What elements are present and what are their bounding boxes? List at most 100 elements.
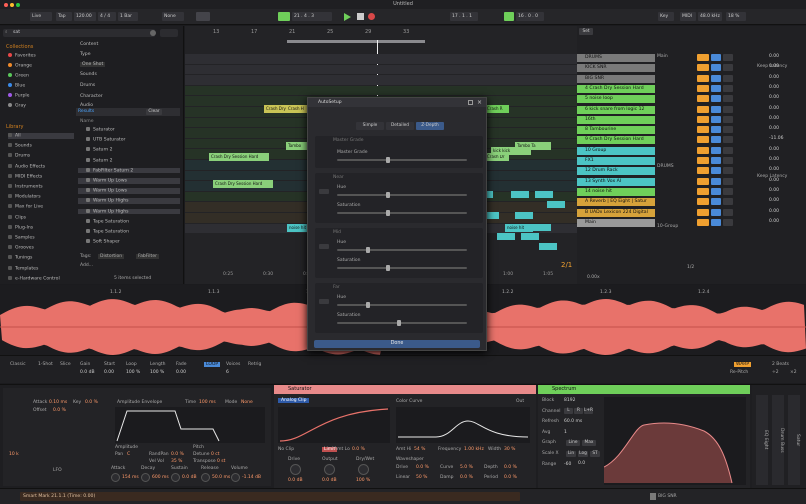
clip-prop-label[interactable]: Fade xyxy=(176,362,187,367)
arm-button[interactable] xyxy=(723,146,733,154)
library-item[interactable]: Clips xyxy=(8,214,26,220)
result-item[interactable]: UTB Saturator xyxy=(78,137,180,143)
solo-button[interactable] xyxy=(711,146,721,154)
waveshaper-value[interactable]: 0.0 % xyxy=(460,475,473,480)
pitch-checkbox[interactable]: Pitch xyxy=(193,445,204,450)
zone-toggle[interactable] xyxy=(319,299,329,304)
offset-value[interactable]: 0.0 % xyxy=(53,408,66,413)
collection-item[interactable]: Gray xyxy=(8,103,26,109)
arrangement-clip[interactable]: Crash Dry Session Hard xyxy=(213,180,273,188)
solo-button[interactable] xyxy=(711,64,721,72)
filter-value[interactable]: 10 k xyxy=(9,452,19,457)
loop-button[interactable] xyxy=(504,12,514,21)
result-item[interactable]: Saturn 2 xyxy=(78,157,180,163)
dialog-tab[interactable]: Simple xyxy=(356,122,384,130)
track-lane[interactable] xyxy=(185,75,577,85)
clip-prop-value[interactable]: 0.00 xyxy=(176,370,186,375)
clip-prop-value[interactable]: 100 % xyxy=(150,370,164,375)
track-volume[interactable]: 0.00 xyxy=(769,219,779,224)
track-lane[interactable] xyxy=(185,64,577,75)
key-value[interactable]: 0.0 % xyxy=(85,400,98,405)
result-item[interactable]: Tape Saturation xyxy=(78,218,180,224)
add-tag-button[interactable]: Add... xyxy=(80,263,93,268)
solo-button[interactable] xyxy=(711,95,721,103)
done-button[interactable]: Done xyxy=(314,340,480,348)
mixer-track-header[interactable]: 16th xyxy=(577,115,655,124)
solo-button[interactable] xyxy=(711,167,721,175)
solo-button[interactable] xyxy=(711,198,721,206)
frequency-value[interactable]: 1.00 kHz xyxy=(464,447,484,452)
no-clip-select[interactable]: No Clip xyxy=(278,447,294,452)
track-activator-button[interactable] xyxy=(697,146,709,154)
zoom-window-button[interactable] xyxy=(16,2,20,7)
track-activator-button[interactable] xyxy=(697,177,709,185)
solo-button[interactable] xyxy=(711,177,721,185)
loop-length-field[interactable]: 16 . 0 . 0 xyxy=(516,12,544,21)
arm-button[interactable] xyxy=(723,105,733,113)
mixer-track-header[interactable]: 12 Drum Rack xyxy=(577,167,655,176)
arm-button[interactable] xyxy=(723,115,733,123)
clip-prop-label[interactable]: Slice xyxy=(60,362,71,367)
library-item[interactable]: Modulators xyxy=(8,194,41,200)
track-volume[interactable]: 0.00 xyxy=(769,54,779,59)
track-activator-button[interactable] xyxy=(697,84,709,92)
arrangement-clip[interactable] xyxy=(497,233,515,240)
half-button[interactable]: ÷2 xyxy=(772,370,779,375)
library-item[interactable]: Tunings xyxy=(8,255,32,261)
arm-button[interactable] xyxy=(723,208,733,216)
clip-prop-label[interactable]: LOOP xyxy=(204,362,221,367)
adsr-value[interactable]: 600 ms xyxy=(152,475,169,480)
arm-button[interactable] xyxy=(723,218,733,226)
rack-drum-buss[interactable]: Drum Buss xyxy=(772,395,784,485)
result-item[interactable]: Warm Up Lows xyxy=(78,188,180,194)
tag-distortion[interactable]: Distortion xyxy=(98,254,125,259)
track-activator-button[interactable] xyxy=(697,157,709,164)
track-volume[interactable]: 0.00 xyxy=(769,157,779,162)
adsr-value[interactable]: 154 ms xyxy=(122,475,139,480)
result-item[interactable]: Tape Saturation xyxy=(78,229,180,235)
adsr-value[interactable]: 50.0 ms xyxy=(212,475,230,480)
arrangement-clip[interactable] xyxy=(547,201,565,208)
saturation-slider[interactable] xyxy=(337,267,467,269)
track-volume[interactable]: 0.00 xyxy=(769,126,779,131)
mixer-track-header[interactable]: 10 Group xyxy=(577,146,655,155)
sat-knob-value[interactable]: 0.0 dB xyxy=(288,478,303,483)
sat-knob[interactable] xyxy=(358,464,369,475)
solo-button[interactable] xyxy=(711,187,721,195)
hue-handle[interactable] xyxy=(365,302,370,308)
scale-button[interactable]: ST xyxy=(590,451,600,457)
spectrum-param-value[interactable]: 1 xyxy=(564,430,567,435)
warp-toggle[interactable]: WARP xyxy=(734,362,752,367)
amplitude-checkbox[interactable]: Amplitude xyxy=(115,445,138,450)
adsr-value[interactable]: 0.0 dB xyxy=(182,475,197,480)
track-activator-button[interactable] xyxy=(697,198,709,206)
track-activator-button[interactable] xyxy=(697,54,709,61)
group-latency[interactable]: Keep Latency xyxy=(757,174,787,179)
filter-item[interactable]: Content xyxy=(80,42,98,47)
ratio-readout[interactable]: 1/2 xyxy=(687,265,694,270)
arm-button[interactable] xyxy=(723,54,733,61)
drums-route[interactable]: DRUMS xyxy=(657,164,674,169)
library-item[interactable]: Samples xyxy=(8,235,35,241)
result-item[interactable]: Saturator xyxy=(78,127,180,133)
clear-results-button[interactable]: Clear xyxy=(146,109,162,115)
position-field[interactable]: 21 . 4 . 3 xyxy=(292,12,332,21)
close-window-button[interactable] xyxy=(4,2,8,7)
amt-hi-value[interactable]: 54 % xyxy=(414,447,425,452)
tag-fabfilter[interactable]: FabFilter xyxy=(136,254,159,259)
solo-button[interactable] xyxy=(711,136,721,144)
hue-handle[interactable] xyxy=(365,247,370,253)
range-max-value[interactable]: 0.0 xyxy=(578,461,585,466)
track-volume[interactable]: 0.00 xyxy=(769,85,779,90)
waveshaper-value[interactable]: 0.0 % xyxy=(504,465,517,470)
track-activator-button[interactable] xyxy=(697,64,709,72)
library-item[interactable]: Audio Effects xyxy=(8,163,45,169)
solo-button[interactable] xyxy=(711,84,721,92)
clip-prop-value[interactable]: 0.0 dB xyxy=(80,370,95,375)
dialog-close-icon[interactable]: × xyxy=(477,99,482,106)
waveshaper-value[interactable]: 0.0 % xyxy=(416,465,429,470)
track-activator-button[interactable] xyxy=(697,218,709,226)
arm-button[interactable] xyxy=(723,84,733,92)
adsr-dial[interactable] xyxy=(171,473,180,482)
arrangement-clip[interactable] xyxy=(511,191,529,198)
